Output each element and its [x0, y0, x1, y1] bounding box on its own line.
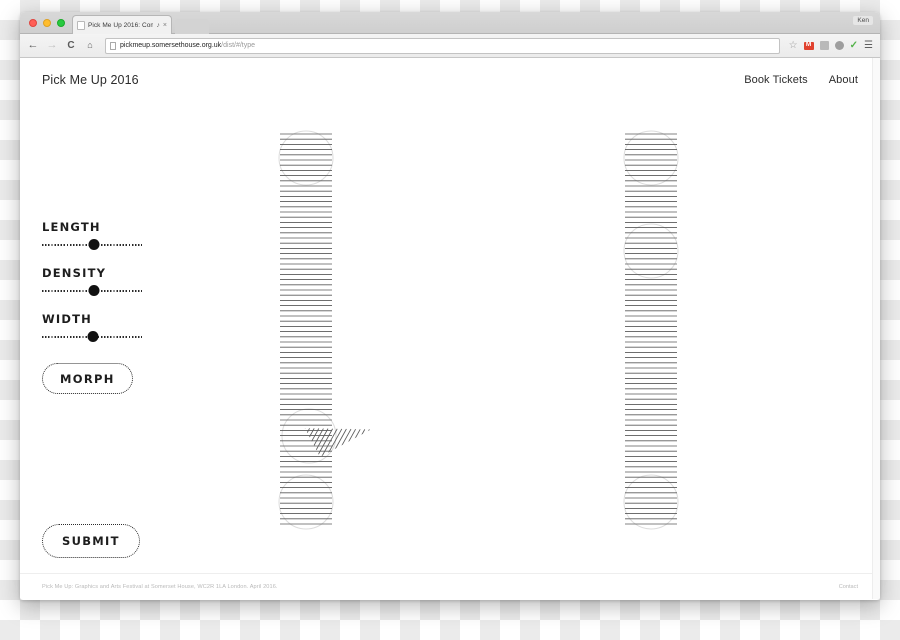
- nav-link-about[interactable]: About: [829, 74, 858, 86]
- footer-link-contact[interactable]: Contact: [839, 584, 858, 590]
- minimize-window-button[interactable]: [43, 19, 51, 27]
- browser-window: Pick Me Up 2016: Com ♪ × ← → C ⌂ pickmeu…: [20, 12, 880, 600]
- letterform-artwork[interactable]: [170, 110, 870, 560]
- url-host: pickmeup.somersethouse.org.uk: [120, 42, 222, 49]
- url-text: pickmeup.somersethouse.org.uk/dist/#/typ…: [120, 42, 255, 49]
- slider-handle-width[interactable]: [87, 331, 99, 342]
- browser-toolbar: ← → C ⌂ pickmeup.somersethouse.org.uk/di…: [20, 34, 880, 58]
- site-footer: Pick Me Up: Graphics and Arts Festival a…: [20, 573, 880, 599]
- url-path: /dist/#/type: [221, 42, 256, 49]
- window-traffic-lights: [29, 19, 65, 27]
- checkmark-icon[interactable]: ✓: [850, 40, 858, 51]
- speaker-icon[interactable]: ♪: [156, 22, 160, 29]
- nav-link-book-tickets[interactable]: Book Tickets: [744, 74, 808, 86]
- footer-text: Pick Me Up: Graphics and Arts Festival a…: [42, 583, 278, 590]
- profile-name-button[interactable]: Ken: [853, 16, 873, 25]
- control-group-length: LENGTH: [42, 220, 152, 251]
- home-icon[interactable]: ⌂: [84, 41, 96, 50]
- gmail-icon[interactable]: M: [803, 41, 814, 50]
- slider-handle-density[interactable]: [88, 285, 100, 296]
- new-tab-button[interactable]: [175, 19, 209, 34]
- forward-arrow-icon[interactable]: →: [46, 40, 58, 51]
- address-bar[interactable]: pickmeup.somersethouse.org.uk/dist/#/typ…: [105, 37, 780, 54]
- control-group-width: WIDTH: [42, 312, 152, 343]
- page-scrollbar[interactable]: [872, 58, 880, 599]
- hamburger-menu-icon[interactable]: ☰: [864, 40, 873, 51]
- node-circles: [278, 130, 679, 530]
- slider-label-density: DENSITY: [42, 266, 107, 280]
- close-window-button[interactable]: [29, 19, 37, 27]
- tab-title: Pick Me Up 2016: Com: [88, 21, 154, 29]
- site-header: Pick Me Up 2016 Book Tickets About: [20, 58, 880, 102]
- controls-panel: LENGTH DENSITY WIDTH MORPH: [42, 220, 152, 394]
- browser-tab-strip: Pick Me Up 2016: Com ♪ ×: [20, 12, 880, 34]
- slider-length[interactable]: [42, 239, 142, 251]
- page-viewport: Pick Me Up 2016 Book Tickets About LENGT…: [20, 58, 880, 599]
- maximize-window-button[interactable]: [57, 19, 65, 27]
- submit-button[interactable]: SUBMIT: [42, 524, 140, 558]
- close-icon[interactable]: ×: [163, 22, 167, 29]
- left-bar-hatch: [280, 133, 332, 525]
- hatched-letterform-svg: [278, 130, 679, 530]
- browser-tab[interactable]: Pick Me Up 2016: Com ♪ ×: [72, 15, 172, 34]
- slider-width[interactable]: [42, 331, 142, 343]
- tab-favicon-icon: [77, 20, 85, 30]
- reload-icon[interactable]: C: [65, 40, 77, 51]
- control-group-density: DENSITY: [42, 266, 152, 297]
- right-bar-hatch: [625, 133, 677, 525]
- site-navigation: Book Tickets About: [744, 74, 858, 86]
- back-arrow-icon[interactable]: ←: [27, 40, 39, 51]
- morph-button[interactable]: MORPH: [42, 363, 133, 394]
- slider-label-width: WIDTH: [42, 312, 92, 326]
- slider-handle-length[interactable]: [88, 239, 100, 250]
- screenshot-icon[interactable]: [819, 41, 829, 50]
- slider-label-length: LENGTH: [42, 220, 101, 234]
- page-info-icon[interactable]: [110, 41, 116, 50]
- slider-density[interactable]: [42, 285, 142, 297]
- star-icon[interactable]: ☆: [789, 40, 798, 51]
- globe-icon[interactable]: [834, 41, 844, 50]
- page-title: Pick Me Up 2016: [42, 73, 139, 87]
- node-circle-bottom-left: [278, 474, 334, 530]
- node-circle-bottom-right: [623, 474, 679, 530]
- node-circle-joint-right: [623, 223, 679, 279]
- toolbar-icon-group: ☆ M ✓ ☰: [787, 40, 873, 51]
